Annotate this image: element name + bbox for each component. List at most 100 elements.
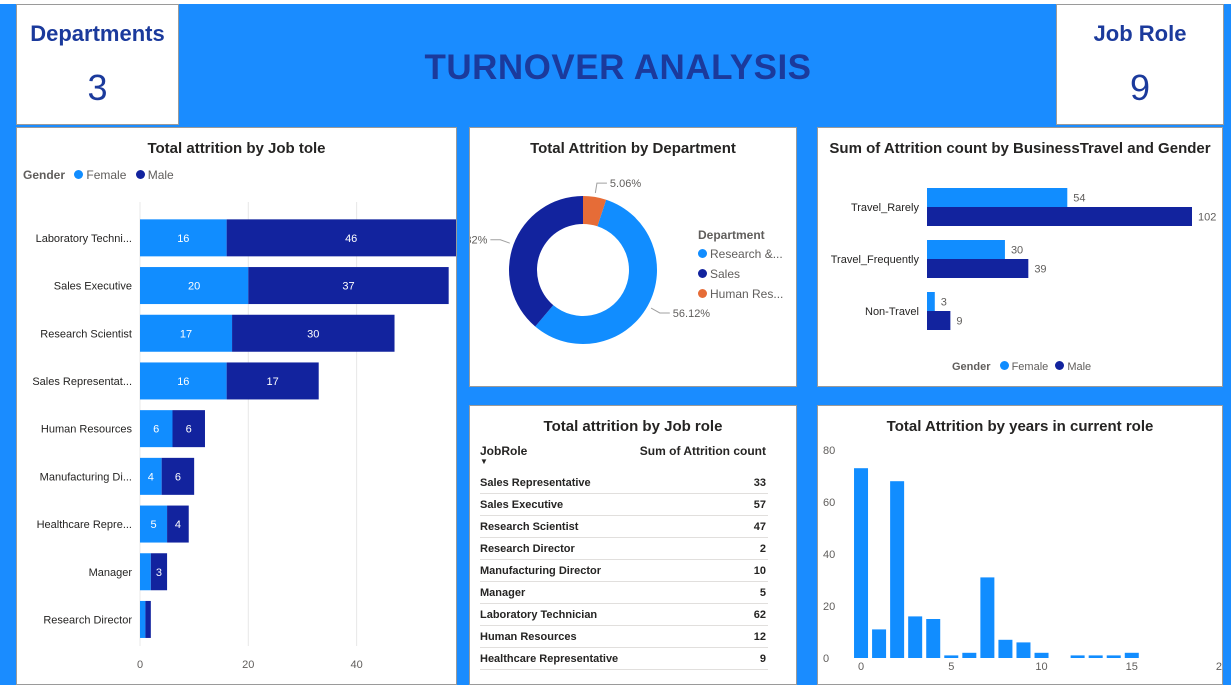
category-label: Human Resources bbox=[41, 424, 133, 436]
slice-label: 5.06% bbox=[610, 178, 641, 190]
slice-1 bbox=[509, 196, 583, 327]
table-title: Total attrition by Job role bbox=[543, 418, 723, 435]
bar-male bbox=[145, 600, 151, 638]
legend-item-human-resources[interactable]: Human Res... bbox=[698, 287, 783, 301]
x-tick-label: 0 bbox=[137, 659, 143, 671]
title-banner: TURNOVER ANALYSIS bbox=[180, 4, 1056, 125]
legend-item-sales[interactable]: Sales bbox=[698, 267, 783, 281]
x-tick-label: 15 bbox=[1126, 661, 1138, 673]
bar-male bbox=[927, 207, 1192, 226]
row-jobrole: Sales Executive bbox=[480, 493, 631, 516]
bar-female bbox=[140, 553, 151, 591]
kpi-job-role-card[interactable]: Job Role 9 bbox=[1056, 4, 1224, 125]
table-row[interactable]: Sales Representative 33 bbox=[480, 472, 768, 494]
table-row[interactable]: Human Resources 12 bbox=[480, 625, 768, 648]
female-dot-icon bbox=[74, 170, 84, 179]
column-bar bbox=[890, 481, 905, 658]
attrition-by-business-travel-chart[interactable]: Sum of Attrition count by BusinessTravel… bbox=[817, 127, 1223, 387]
y-tick-label: 40 bbox=[823, 549, 835, 561]
male-dot-icon bbox=[135, 170, 145, 179]
gender-legend: Gender Female Male bbox=[952, 361, 1091, 373]
y-tick-label: 20 bbox=[823, 601, 835, 613]
category-label: Sales Executive bbox=[54, 281, 132, 293]
row-jobrole: Manager bbox=[480, 581, 631, 604]
row-count: 57 bbox=[630, 493, 768, 516]
row-count: 12 bbox=[630, 625, 768, 648]
data-label: 16 bbox=[177, 376, 189, 388]
column-bar bbox=[962, 652, 977, 658]
attrition-by-job-role-chart[interactable]: Total attrition by Job tole Gender Femal… bbox=[16, 127, 457, 685]
kpi-departments-title: Departments bbox=[30, 21, 165, 46]
attrition-by-years-in-role-chart[interactable]: Total Attrition by years in current role… bbox=[817, 405, 1223, 685]
bar-male bbox=[226, 219, 456, 257]
data-label: 3 bbox=[941, 297, 947, 309]
row-jobrole: Sales Representative bbox=[480, 472, 631, 494]
x-tick-label: 0 bbox=[858, 661, 864, 673]
department-legend: Department Research &... Sales Human Res… bbox=[698, 228, 783, 301]
table-row[interactable]: Manager 5 bbox=[480, 581, 768, 604]
table-row[interactable]: Research Scientist 47 bbox=[480, 515, 768, 538]
attrition-by-department-chart[interactable]: Total Attrition by Department 56.12% 38.8… bbox=[469, 127, 797, 387]
category-label: Healthcare Repre... bbox=[37, 519, 132, 531]
sort-descending-icon[interactable]: ▼ bbox=[480, 458, 628, 466]
data-label: 39 bbox=[1034, 264, 1046, 276]
bar-female bbox=[927, 292, 935, 311]
column-bar bbox=[998, 639, 1013, 658]
column-bar bbox=[980, 577, 995, 658]
kpi-departments-value: 3 bbox=[87, 67, 108, 108]
data-label: 17 bbox=[180, 328, 192, 340]
column-bar bbox=[1016, 642, 1031, 658]
legend-item-male[interactable]: Male bbox=[135, 168, 174, 182]
column-bar bbox=[1124, 652, 1139, 658]
column-header-attrition-count[interactable]: Sum of Attrition count bbox=[630, 444, 768, 472]
data-label: 4 bbox=[175, 519, 181, 531]
dashboard-title: TURNOVER ANALYSIS bbox=[424, 48, 812, 87]
column-bar bbox=[1088, 655, 1103, 658]
row-jobrole: Research Scientist bbox=[480, 515, 631, 538]
kpi-departments-card[interactable]: Departments 3 bbox=[16, 4, 179, 125]
x-tick-label: 20 bbox=[1216, 661, 1222, 673]
column-header-jobrole[interactable]: JobRole ▼ bbox=[480, 444, 630, 472]
research-dot-icon bbox=[698, 249, 707, 258]
x-tick-label: 5 bbox=[948, 661, 954, 673]
row-count: 9 bbox=[630, 647, 768, 670]
row-jobrole: Healthcare Representative bbox=[480, 647, 631, 670]
chart-title: Sum of Attrition count by BusinessTravel… bbox=[829, 140, 1211, 157]
row-count: 5 bbox=[630, 581, 768, 604]
attrition-by-job-role-table[interactable]: Total attrition by Job role JobRole ▼ Sum… bbox=[469, 405, 797, 685]
legend-item-female[interactable]: Female bbox=[74, 168, 126, 182]
data-label: 6 bbox=[175, 471, 181, 483]
data-label: 20 bbox=[188, 281, 200, 293]
column-bar bbox=[872, 629, 887, 658]
y-tick-label: 80 bbox=[823, 445, 835, 457]
x-tick-label: 10 bbox=[1035, 661, 1047, 673]
leader-line bbox=[650, 307, 670, 314]
table-row[interactable]: Manufacturing Director 10 bbox=[480, 559, 768, 582]
category-label: Laboratory Techni... bbox=[36, 233, 132, 245]
table-row[interactable]: Laboratory Technician 62 bbox=[480, 603, 768, 626]
table-header-row: JobRole ▼ Sum of Attrition count bbox=[480, 444, 768, 472]
data-label: 3 bbox=[156, 567, 162, 579]
table-row[interactable]: Research Director 2 bbox=[480, 537, 768, 560]
data-label: 54 bbox=[1073, 193, 1085, 205]
table-row[interactable]: Sales Executive 57 bbox=[480, 493, 768, 516]
data-label: 6 bbox=[186, 424, 192, 436]
bar-female bbox=[140, 600, 146, 638]
row-jobrole: Human Resources bbox=[480, 625, 631, 648]
legend-title: Gender bbox=[23, 168, 66, 182]
business-travel-bar-plot: Travel_Rarely 54 102 Travel_Frequently 30 39 N… bbox=[831, 188, 1216, 330]
table-row[interactable]: Healthcare Representative 9 bbox=[480, 647, 768, 670]
category-label: Non-Travel bbox=[865, 306, 919, 318]
slice-label: 38.82% bbox=[470, 235, 488, 247]
slice-label: 56.12% bbox=[673, 308, 711, 320]
legend-item-female[interactable]: Female bbox=[999, 361, 1048, 373]
legend-item-male[interactable]: Male bbox=[1055, 361, 1091, 373]
legend-item-research[interactable]: Research &... bbox=[698, 247, 783, 261]
hr-dot-icon bbox=[698, 289, 707, 298]
legend-title: Department bbox=[698, 228, 765, 242]
gender-legend: Gender Female Male bbox=[23, 168, 174, 182]
y-tick-label: 0 bbox=[823, 653, 829, 665]
female-dot-icon bbox=[999, 361, 1009, 370]
column-bar bbox=[1106, 655, 1121, 658]
chart-title: Total Attrition by years in current role bbox=[886, 418, 1154, 435]
